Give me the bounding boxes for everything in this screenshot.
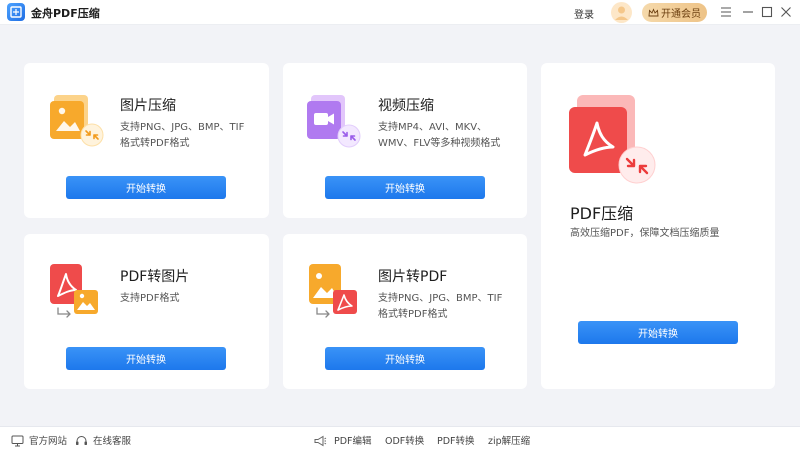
crown-icon [648, 7, 659, 16]
card-desc-line2: 格式转PDF格式 [378, 309, 448, 320]
image-compress-icon [48, 91, 104, 151]
card-desc-line2: WMV、FLV等多种视频格式 [378, 138, 501, 149]
megaphone-icon [313, 432, 327, 450]
card-image-to-pdf: 图片转PDF 支持PNG、JPG、BMP、TIF 格式转PDF格式 开始转换 [283, 234, 527, 389]
online-support-link[interactable]: 在线客服 [93, 433, 131, 447]
card-desc-line1: 高效压缩PDF，保障文档压缩质量 [570, 228, 720, 239]
footer-link-pdf-edit[interactable]: PDF编辑 [334, 433, 372, 447]
card-title: 图片压缩 [120, 98, 176, 114]
vip-button[interactable]: 开通会员 [642, 3, 707, 22]
title-bar: 金舟PDF压缩 登录 开通会员 [0, 0, 800, 25]
login-link[interactable]: 登录 [574, 6, 594, 21]
start-convert-button[interactable]: 开始转换 [325, 347, 485, 370]
video-compress-icon [305, 91, 363, 153]
card-desc-line1: 支持MP4、AVI、MKV、 [378, 122, 488, 133]
card-desc-line1: 支持PDF格式 [120, 293, 180, 304]
headset-icon [75, 432, 88, 450]
footer-bar: 官方网站 在线客服 PDF编辑 ODF转换 PDF转换 zip解压缩 [0, 426, 800, 450]
maximize-icon[interactable] [759, 4, 775, 20]
card-pdf-to-image: PDF转图片 支持PDF格式 开始转换 [24, 234, 269, 389]
close-icon[interactable] [778, 4, 794, 20]
footer-link-pdf-convert[interactable]: PDF转换 [437, 433, 475, 447]
card-pdf-compress: PDF压缩 高效压缩PDF，保障文档压缩质量 开始转换 [541, 63, 775, 389]
footer-link-odf-convert[interactable]: ODF转换 [385, 433, 424, 447]
avatar[interactable] [611, 2, 632, 23]
minimize-icon[interactable] [740, 4, 756, 20]
official-website-link[interactable]: 官方网站 [29, 433, 67, 447]
start-convert-button[interactable]: 开始转换 [325, 176, 485, 199]
card-image-compress: 图片压缩 支持PNG、JPG、BMP、TIF 格式转PDF格式 开始转换 [24, 63, 269, 218]
footer-link-zip-extract[interactable]: zip解压缩 [488, 433, 530, 447]
card-desc-line1: 支持PNG、JPG、BMP、TIF [378, 293, 503, 304]
image-to-pdf-icon [307, 260, 363, 326]
card-desc-line1: 支持PNG、JPG、BMP、TIF [120, 122, 245, 133]
card-title: PDF转图片 [120, 269, 190, 285]
card-title: 图片转PDF [378, 269, 448, 285]
card-video-compress: 视频压缩 支持MP4、AVI、MKV、 WMV、FLV等多种视频格式 开始转换 [283, 63, 527, 218]
pdf-compress-icon [563, 93, 659, 193]
start-convert-button[interactable]: 开始转换 [578, 321, 738, 344]
start-convert-button[interactable]: 开始转换 [66, 176, 226, 199]
card-title: PDF压缩 [570, 204, 634, 223]
card-title: 视频压缩 [378, 98, 434, 114]
vip-label: 开通会员 [661, 9, 701, 20]
app-logo-icon [7, 3, 25, 21]
monitor-icon [11, 432, 24, 450]
pdf-to-image-icon [48, 260, 104, 326]
card-desc-line2: 格式转PDF格式 [120, 138, 190, 149]
start-convert-button[interactable]: 开始转换 [66, 347, 226, 370]
menu-icon[interactable] [718, 4, 734, 20]
app-title: 金舟PDF压缩 [31, 7, 100, 20]
